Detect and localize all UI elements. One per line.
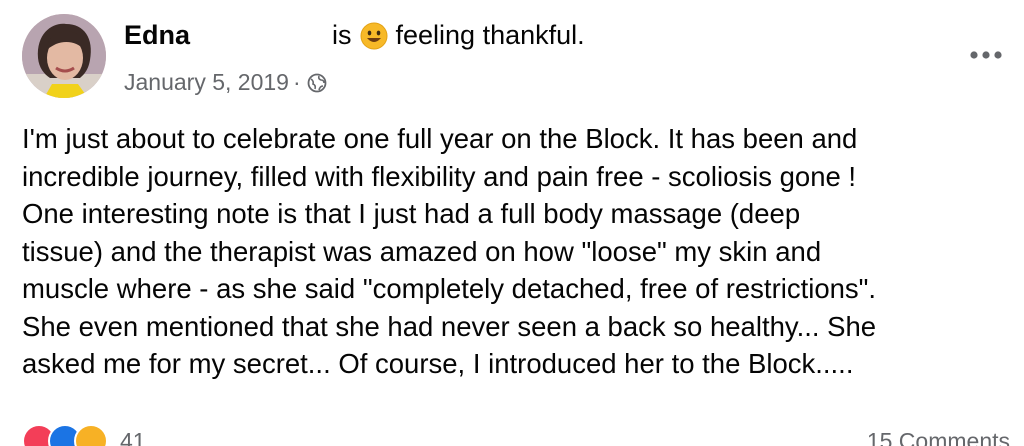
activity-prefix: is: [332, 20, 352, 50]
author-avatar[interactable]: [22, 14, 106, 98]
more-options-icon: [970, 51, 1002, 59]
post-text-line: She even mentioned that she had never se…: [22, 310, 877, 342]
facebook-post: Edna is feeling thankful. January 5, 201…: [0, 0, 1024, 446]
post-text-line: incredible journey, filled with flexibil…: [22, 160, 857, 192]
reaction-summary[interactable]: 41: [22, 424, 146, 446]
post-text-line: tissue) and the therapist was amazed on …: [22, 235, 822, 267]
post-text-line: One interesting note is that I just had …: [22, 198, 801, 229]
author-name[interactable]: Edna: [124, 20, 190, 51]
more-options-button[interactable]: [962, 40, 1010, 70]
avatar-portrait-icon: [22, 14, 106, 98]
activity-text[interactable]: feeling thankful.: [396, 20, 585, 51]
post-text-line: asked me for my secret... Of course, I i…: [22, 348, 854, 379]
haha-reaction-icon: [74, 424, 108, 446]
reaction-count[interactable]: 41: [120, 424, 146, 446]
post-text-line: I'm just about to celebrate one full yea…: [22, 123, 858, 154]
comment-count[interactable]: 15 Comments: [867, 428, 1010, 446]
post-body: I'm just about to celebrate one full yea…: [22, 120, 1017, 383]
meta-separator: ·: [292, 69, 301, 95]
post-date[interactable]: January 5, 2019: [124, 69, 289, 96]
globe-icon[interactable]: [307, 73, 327, 93]
post-meta: January 5, 2019 ·: [124, 69, 327, 96]
smiling-face-icon: [360, 22, 387, 49]
activity-status: is feeling thankful.: [332, 20, 585, 51]
post-text-line: muscle where - as she said "completely d…: [22, 273, 877, 304]
